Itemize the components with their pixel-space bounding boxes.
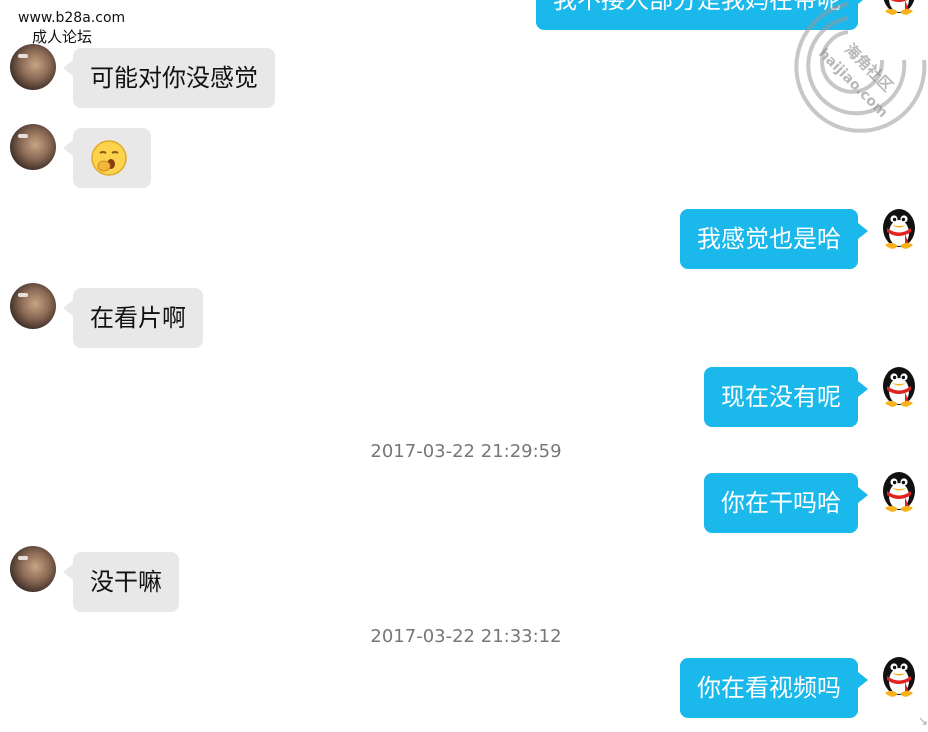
bubble-tail <box>858 672 868 688</box>
message-text: 可能对你没感觉 <box>90 64 258 92</box>
corner-arrow-icon: ↘ <box>918 714 928 728</box>
contact-avatar[interactable] <box>10 546 56 592</box>
message-bubble-sent[interactable]: 我不接人部分是我妈在带呢 <box>536 0 858 30</box>
qq-penguin-icon[interactable] <box>876 467 922 513</box>
chat-screen: www.b28a.com 成人论坛 我不接人部分是我妈在带呢 可能对你没感觉 我… <box>0 0 928 732</box>
message-text: 没干嘛 <box>90 568 162 596</box>
timestamp: 2017-03-22 21:29:59 <box>370 441 562 462</box>
message-text: 我感觉也是哈 <box>697 225 841 253</box>
qq-penguin-icon[interactable] <box>876 0 922 16</box>
message-bubble-sent[interactable]: 你在看视频吗 <box>680 658 858 718</box>
message-bubble-sent[interactable]: 我感觉也是哈 <box>680 209 858 269</box>
site-url: www.b28a.com <box>18 10 126 26</box>
bubble-tail <box>858 0 868 4</box>
message-bubble-received[interactable]: 可能对你没感觉 <box>73 48 275 108</box>
message-bubble-sent[interactable]: 现在没有呢 <box>704 367 858 427</box>
qq-penguin-icon[interactable] <box>876 204 922 250</box>
bubble-tail <box>63 564 73 580</box>
message-bubble-received[interactable]: 在看片啊 <box>73 288 203 348</box>
message-text: 我不接人部分是我妈在带呢 <box>553 0 841 14</box>
message-bubble-received[interactable]: 没干嘛 <box>73 552 179 612</box>
message-text: 现在没有呢 <box>721 383 841 411</box>
message-text: 在看片啊 <box>90 304 186 332</box>
qq-penguin-icon[interactable] <box>876 362 922 408</box>
bubble-tail <box>858 381 868 397</box>
bubble-tail <box>63 140 73 156</box>
message-text: 你在看视频吗 <box>697 674 841 702</box>
bubble-tail <box>858 487 868 503</box>
message-bubble-sent[interactable]: 你在干吗哈 <box>704 473 858 533</box>
watermark-cn-text: 海角社区 <box>841 40 896 95</box>
watermark-url-text: haijiao.com <box>815 46 890 121</box>
contact-avatar[interactable] <box>10 124 56 170</box>
bubble-tail <box>63 60 73 76</box>
timestamp: 2017-03-22 21:33:12 <box>370 626 562 647</box>
message-text: 你在干吗哈 <box>721 489 841 517</box>
contact-avatar[interactable] <box>10 283 56 329</box>
message-bubble-received[interactable] <box>73 128 151 188</box>
contact-avatar[interactable] <box>10 44 56 90</box>
bubble-tail <box>858 223 868 239</box>
bubble-tail <box>63 300 73 316</box>
qq-penguin-icon[interactable] <box>876 652 922 698</box>
site-subtitle: 成人论坛 <box>32 28 93 46</box>
yawn-emoji-icon <box>91 140 127 176</box>
